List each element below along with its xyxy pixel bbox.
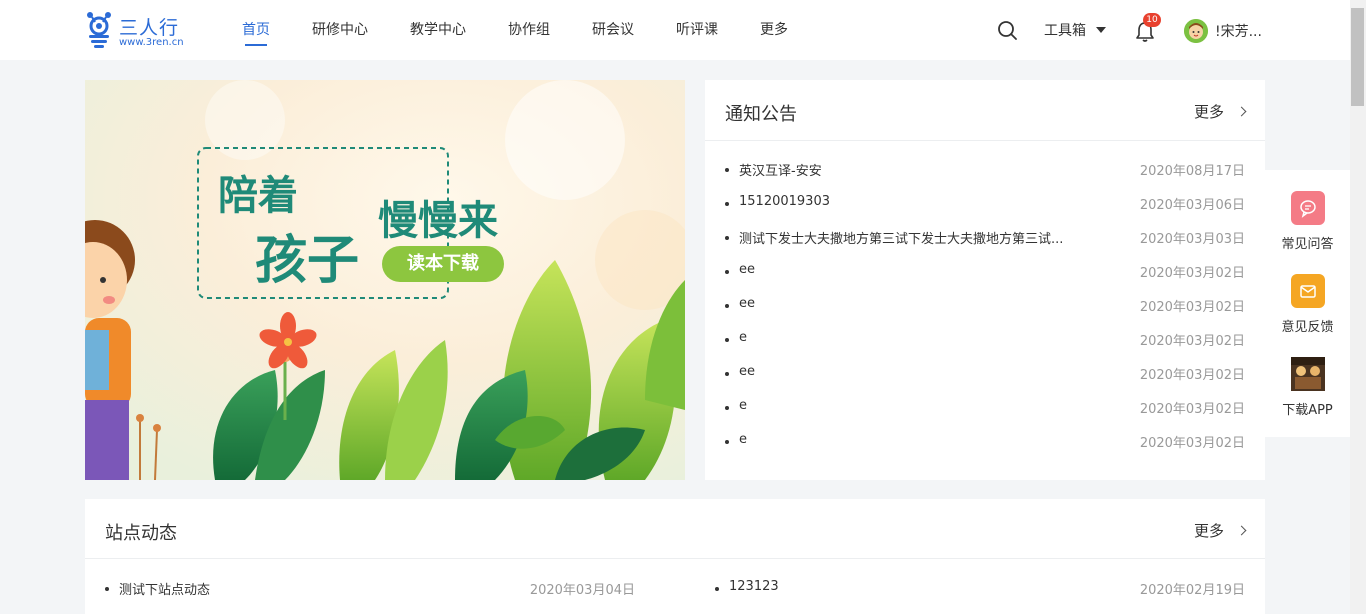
- main-nav: 首页 研修中心 教学中心 协作组 研会议 听评课 更多: [230, 0, 818, 60]
- bullet-icon: [725, 338, 729, 342]
- list-item[interactable]: 15120019303 2020年03月06日: [725, 194, 1245, 228]
- station-item-title[interactable]: 测试下站点动态: [119, 579, 210, 598]
- toolbox-label: 工具箱: [1044, 23, 1086, 39]
- logo-text: 三人行: [119, 17, 180, 39]
- logo-bee-icon: [87, 12, 111, 48]
- station-item-date: 2020年03月04日: [529, 583, 635, 598]
- notice-item-title[interactable]: 测试下发士大夫撒地方第三试下发士大夫撒地方第三试...: [739, 228, 1099, 247]
- list-item[interactable]: ee 2020年03月02日: [725, 296, 1245, 330]
- caret-down-icon: [1096, 27, 1106, 33]
- chat-bubble-icon: [1290, 191, 1325, 225]
- notice-item-title[interactable]: ee: [739, 262, 1099, 277]
- station-more-label: 更多: [1193, 522, 1224, 540]
- list-item[interactable]: e 2020年03月02日: [725, 330, 1245, 364]
- banner-headline-2: 孩子: [255, 230, 360, 291]
- logo-url: www.3ren.cn: [119, 37, 184, 48]
- station-more-link[interactable]: 更多: [1193, 520, 1247, 541]
- side-download-app-label: 下载APP: [1282, 403, 1333, 418]
- notice-item-date: 2020年03月02日: [1139, 436, 1245, 451]
- banner-download-button[interactable]: 读本下载: [382, 246, 504, 282]
- notice-item-date: 2020年03月02日: [1139, 334, 1245, 349]
- list-item[interactable]: e 2020年03月02日: [725, 432, 1245, 466]
- notice-item-date: 2020年08月17日: [1139, 164, 1245, 179]
- banner-headline-3: 慢慢来: [378, 197, 498, 244]
- list-item[interactable]: ee 2020年03月02日: [725, 364, 1245, 398]
- side-faq[interactable]: 常见问答: [1265, 191, 1350, 252]
- bullet-icon: [725, 440, 729, 444]
- bullet-icon: [725, 304, 729, 308]
- list-item[interactable]: 英汉互译-安安 2020年08月17日: [725, 160, 1245, 194]
- bullet-icon: [725, 202, 729, 206]
- page-scrollbar-thumb[interactable]: [1351, 8, 1364, 106]
- bullet-icon: [725, 406, 729, 410]
- notice-item-date: 2020年03月06日: [1139, 198, 1245, 213]
- notification-badge: 10: [1143, 13, 1161, 27]
- toolbox-dropdown[interactable]: 工具箱: [1044, 20, 1106, 40]
- station-news-panel: 站点动态 更多 测试下站点动态 2020年03月04日 123123 2020年…: [85, 499, 1265, 614]
- notice-title: 通知公告: [725, 104, 797, 125]
- site-logo[interactable]: 三人行 www.3ren.cn: [84, 10, 194, 52]
- notice-more-link[interactable]: 更多: [1193, 101, 1247, 122]
- search-icon[interactable]: [996, 19, 1018, 41]
- user-name[interactable]: !宋芳...: [1215, 21, 1262, 41]
- nav-more[interactable]: 更多: [748, 0, 800, 60]
- notice-item-date: 2020年03月02日: [1139, 368, 1245, 383]
- notice-panel: 通知公告 更多 英汉互译-安安 2020年08月17日 15120019303 20…: [705, 80, 1265, 480]
- list-item[interactable]: e 2020年03月02日: [725, 398, 1245, 432]
- side-feedback-label: 意见反馈: [1281, 320, 1334, 335]
- nav-training-center[interactable]: 研修中心: [300, 0, 380, 60]
- list-item[interactable]: ee 2020年03月02日: [725, 262, 1245, 296]
- floating-side-toolbar: 常见问答 意见反馈 下载APP: [1265, 170, 1350, 437]
- notice-panel-header: 通知公告 更多: [705, 80, 1265, 141]
- station-item-title[interactable]: 123123: [729, 579, 779, 594]
- notice-item-title[interactable]: e: [739, 398, 1099, 413]
- avatar-face-icon: [1184, 19, 1208, 43]
- notice-item-date: 2020年03月02日: [1139, 266, 1245, 281]
- top-header: 三人行 www.3ren.cn 首页 研修中心 教学中心 协作组 研会议 听评课…: [0, 0, 1350, 60]
- station-panel-header: 站点动态 更多: [85, 499, 1265, 559]
- notice-item-title[interactable]: ee: [739, 364, 1099, 379]
- nav-research-meeting[interactable]: 研会议: [580, 0, 646, 60]
- notice-more-label: 更多: [1193, 103, 1224, 121]
- app-thumbnail-icon: [1290, 357, 1325, 391]
- envelope-icon: [1290, 274, 1325, 308]
- notice-item-title[interactable]: ee: [739, 296, 1099, 311]
- banner-headline-1: 陪着: [218, 172, 298, 219]
- nav-collab-group[interactable]: 协作组: [496, 0, 562, 60]
- notice-item-title[interactable]: e: [739, 330, 1099, 345]
- hero-banner[interactable]: 陪着 孩子 慢慢来 读本下载: [85, 80, 685, 480]
- notice-item-title[interactable]: e: [739, 432, 1099, 447]
- bullet-icon: [715, 587, 719, 591]
- chevron-right-icon: [1236, 525, 1247, 536]
- list-item[interactable]: 123123 2020年02月19日: [715, 579, 1245, 599]
- side-faq-label: 常见问答: [1281, 237, 1334, 252]
- station-item-date: 2020年02月19日: [1139, 583, 1245, 598]
- bullet-icon: [725, 168, 729, 172]
- nav-teaching-center[interactable]: 教学中心: [398, 0, 478, 60]
- notice-item-date: 2020年03月02日: [1139, 300, 1245, 315]
- notice-list: 英汉互译-安安 2020年08月17日 15120019303 2020年03月06…: [725, 160, 1245, 466]
- notice-item-title[interactable]: 15120019303: [739, 194, 1099, 209]
- notice-item-date: 2020年03月02日: [1139, 402, 1245, 417]
- bullet-icon: [725, 236, 729, 240]
- side-feedback[interactable]: 意见反馈: [1265, 274, 1350, 335]
- nav-home[interactable]: 首页: [230, 0, 282, 60]
- nav-lesson-review[interactable]: 听评课: [664, 0, 730, 60]
- list-item[interactable]: 测试下发士大夫撒地方第三试下发士大夫撒地方第三试... 2020年03月03日: [725, 228, 1245, 262]
- notice-item-date: 2020年03月03日: [1139, 232, 1245, 247]
- bullet-icon: [725, 270, 729, 274]
- notice-item-title[interactable]: 英汉互译-安安: [739, 160, 1099, 179]
- station-title: 站点动态: [105, 523, 177, 544]
- side-download-app[interactable]: 下载APP: [1265, 357, 1350, 418]
- bullet-icon: [105, 587, 109, 591]
- bullet-icon: [725, 372, 729, 376]
- list-item[interactable]: 测试下站点动态 2020年03月04日: [105, 579, 635, 599]
- chevron-right-icon: [1236, 106, 1247, 117]
- avatar[interactable]: [1184, 19, 1208, 43]
